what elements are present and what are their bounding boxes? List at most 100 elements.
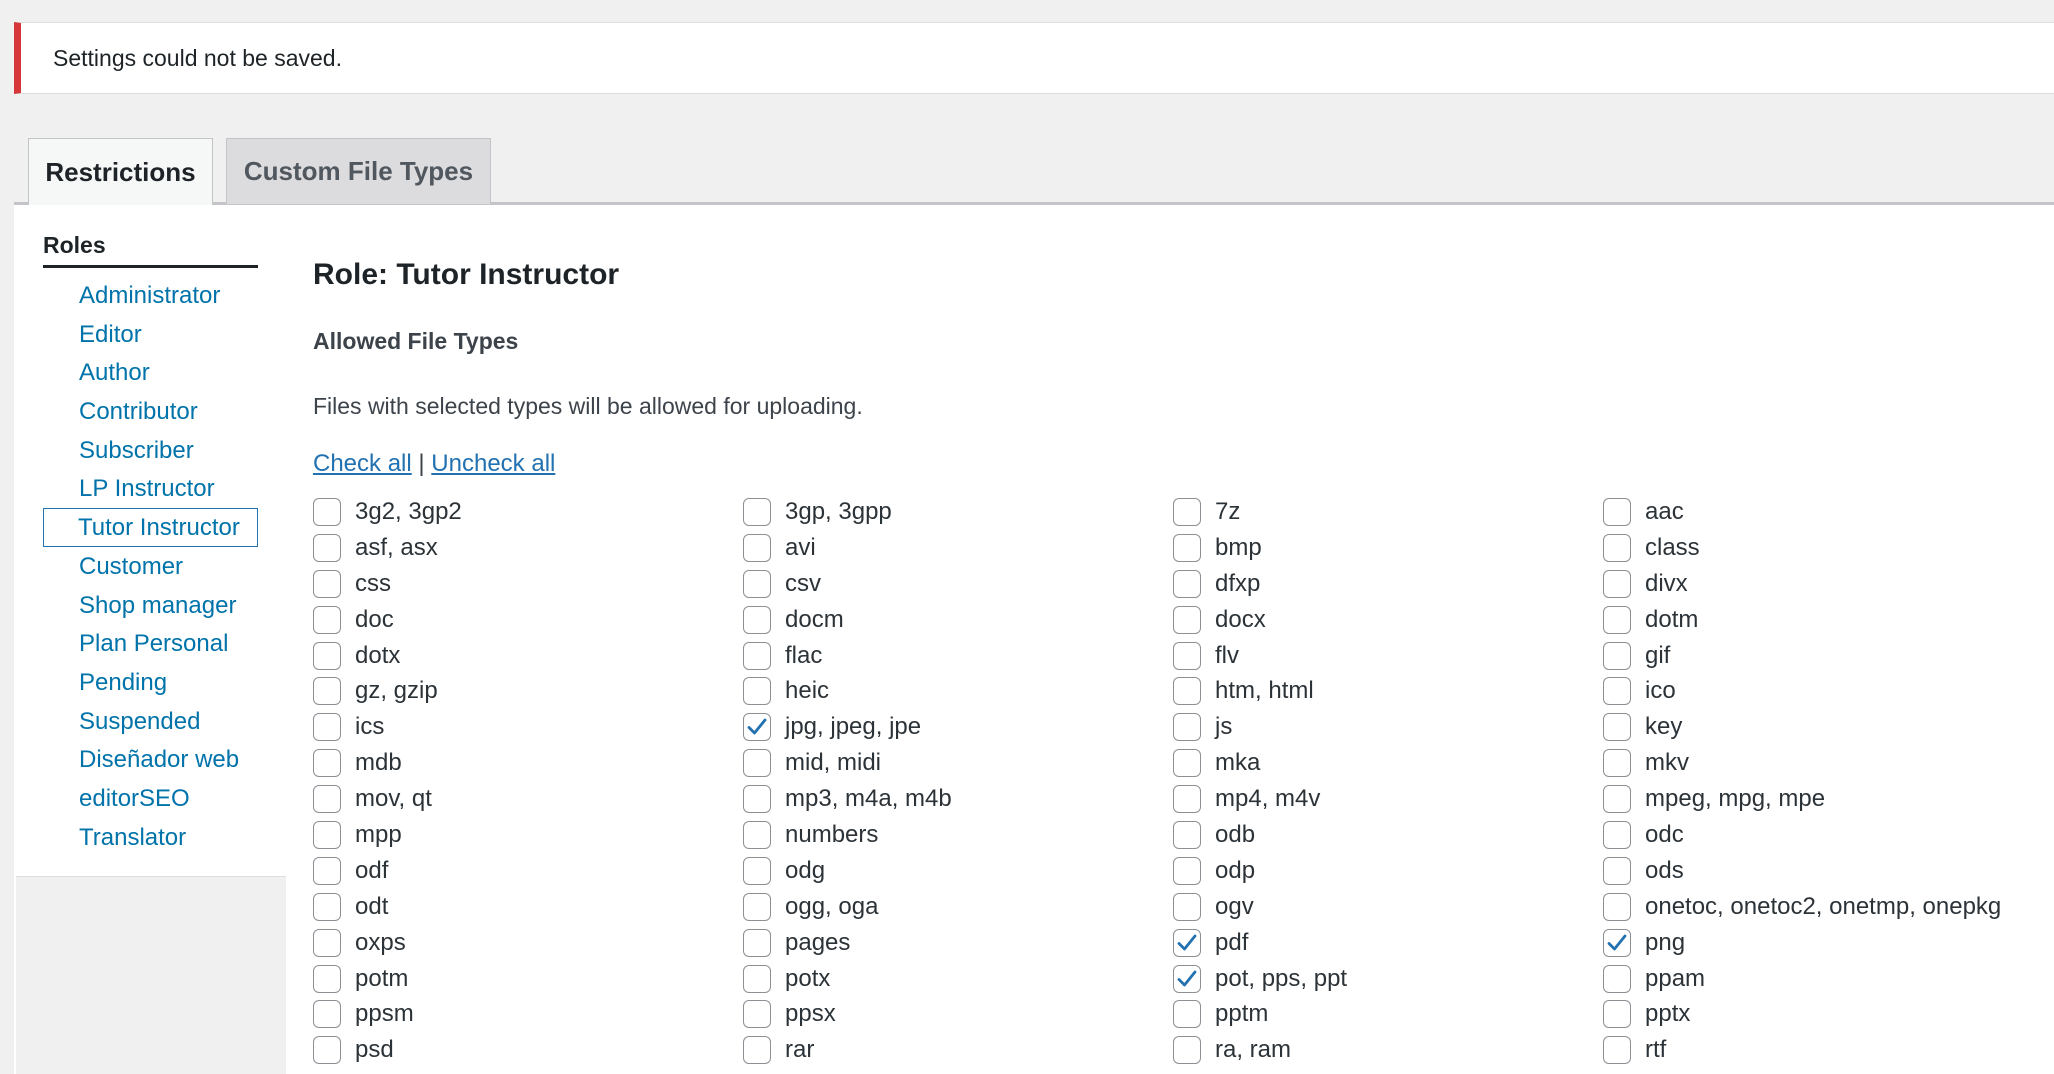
file-type-option[interactable]: gif [1603,638,2033,674]
file-type-checkbox[interactable] [313,677,341,706]
file-type-option[interactable]: ppsx [743,996,1173,1032]
file-type-checkbox[interactable] [313,928,341,957]
file-type-checkbox[interactable] [1173,1036,1201,1065]
file-type-option[interactable]: mid, midi [743,745,1173,781]
file-type-option[interactable]: aac [1603,494,2033,530]
file-type-checkbox[interactable] [743,497,771,526]
file-type-option[interactable]: pptm [1173,996,1603,1032]
file-type-checkbox[interactable] [1603,928,1631,957]
sidebar-role-item[interactable]: Diseñador web [43,740,258,779]
file-type-option[interactable]: csv [743,566,1173,602]
file-type-option[interactable]: mpeg, mpg, mpe [1603,781,2033,817]
file-type-option[interactable]: js [1173,709,1603,745]
file-type-option[interactable]: onetoc, onetoc2, onetmp, onepkg [1603,889,2033,925]
file-type-option[interactable]: divx [1603,566,2033,602]
tab-restrictions[interactable]: Restrictions [28,138,213,205]
file-type-option[interactable]: 3gp, 3gpp [743,494,1173,530]
file-type-option[interactable]: ogg, oga [743,889,1173,925]
file-type-option[interactable]: odg [743,853,1173,889]
file-type-checkbox[interactable] [313,641,341,670]
file-type-checkbox[interactable] [1173,533,1201,562]
file-type-option[interactable]: css [313,566,743,602]
file-type-checkbox[interactable] [313,569,341,598]
file-type-checkbox[interactable] [743,713,771,742]
file-type-checkbox[interactable] [1603,785,1631,814]
file-type-checkbox[interactable] [1173,964,1201,993]
sidebar-role-item[interactable]: Contributor [43,392,258,431]
file-type-checkbox[interactable] [313,497,341,526]
sidebar-role-item[interactable]: Suspended [43,702,258,741]
file-type-option[interactable]: png [1603,925,2033,961]
file-type-checkbox[interactable] [743,856,771,885]
file-type-checkbox[interactable] [1603,605,1631,634]
file-type-option[interactable]: mov, qt [313,781,743,817]
file-type-option[interactable]: potx [743,961,1173,997]
file-type-checkbox[interactable] [1603,569,1631,598]
file-type-option[interactable]: ra, ram [1173,1032,1603,1068]
file-type-checkbox[interactable] [743,785,771,814]
file-type-checkbox[interactable] [313,749,341,778]
file-type-checkbox[interactable] [743,892,771,921]
file-type-option[interactable]: doc [313,602,743,638]
file-type-option[interactable]: mkv [1603,745,2033,781]
file-type-checkbox[interactable] [1603,820,1631,849]
file-type-option[interactable]: htm, html [1173,673,1603,709]
file-type-checkbox[interactable] [1173,1000,1201,1029]
file-type-option[interactable]: docm [743,602,1173,638]
file-type-checkbox[interactable] [1603,533,1631,562]
sidebar-role-item[interactable]: Author [43,353,258,392]
file-type-checkbox[interactable] [1173,856,1201,885]
file-type-option[interactable]: odt [313,889,743,925]
file-type-checkbox[interactable] [1603,964,1631,993]
file-type-checkbox[interactable] [1603,1036,1631,1065]
file-type-option[interactable]: odp [1173,853,1603,889]
file-type-checkbox[interactable] [743,641,771,670]
file-type-option[interactable]: ico [1603,673,2033,709]
file-type-option[interactable]: ods [1603,853,2033,889]
file-type-checkbox[interactable] [743,1036,771,1065]
file-type-checkbox[interactable] [313,785,341,814]
sidebar-role-item[interactable]: LP Instructor [43,469,258,508]
file-type-checkbox[interactable] [313,820,341,849]
file-type-option[interactable]: key [1603,709,2033,745]
file-type-checkbox[interactable] [313,1036,341,1065]
file-type-checkbox[interactable] [743,1000,771,1029]
file-type-option[interactable]: pptx [1603,996,2033,1032]
file-type-option[interactable]: heic [743,673,1173,709]
file-type-checkbox[interactable] [313,892,341,921]
file-type-checkbox[interactable] [1173,713,1201,742]
file-type-checkbox[interactable] [743,820,771,849]
file-type-checkbox[interactable] [1603,497,1631,526]
file-type-option[interactable]: odf [313,853,743,889]
file-type-checkbox[interactable] [313,605,341,634]
file-type-checkbox[interactable] [1173,677,1201,706]
file-type-option[interactable]: flac [743,638,1173,674]
file-type-checkbox[interactable] [1603,713,1631,742]
sidebar-role-item[interactable]: editorSEO [43,779,258,818]
file-type-checkbox[interactable] [1173,497,1201,526]
tab-custom-file-types[interactable]: Custom File Types [226,138,491,204]
file-type-checkbox[interactable] [743,569,771,598]
file-type-checkbox[interactable] [1173,785,1201,814]
sidebar-role-item[interactable]: Editor [43,315,258,354]
file-type-option[interactable]: rar [743,1032,1173,1068]
file-type-option[interactable]: class [1603,530,2033,566]
file-type-checkbox[interactable] [1603,856,1631,885]
file-type-option[interactable]: flv [1173,638,1603,674]
file-type-checkbox[interactable] [313,964,341,993]
file-type-checkbox[interactable] [1603,1000,1631,1029]
sidebar-role-item[interactable]: Pending [43,663,258,702]
file-type-option[interactable]: pdf [1173,925,1603,961]
file-type-option[interactable]: docx [1173,602,1603,638]
sidebar-role-item[interactable]: Subscriber [43,431,258,470]
file-type-option[interactable]: mpp [313,817,743,853]
file-type-option[interactable]: mdb [313,745,743,781]
sidebar-role-item[interactable]: Administrator [43,276,258,315]
file-type-checkbox[interactable] [313,713,341,742]
file-type-option[interactable]: odc [1603,817,2033,853]
file-type-checkbox[interactable] [1173,569,1201,598]
sidebar-role-item[interactable]: Customer [43,547,258,586]
file-type-option[interactable]: 7z [1173,494,1603,530]
file-type-option[interactable]: dfxp [1173,566,1603,602]
file-type-checkbox[interactable] [313,856,341,885]
